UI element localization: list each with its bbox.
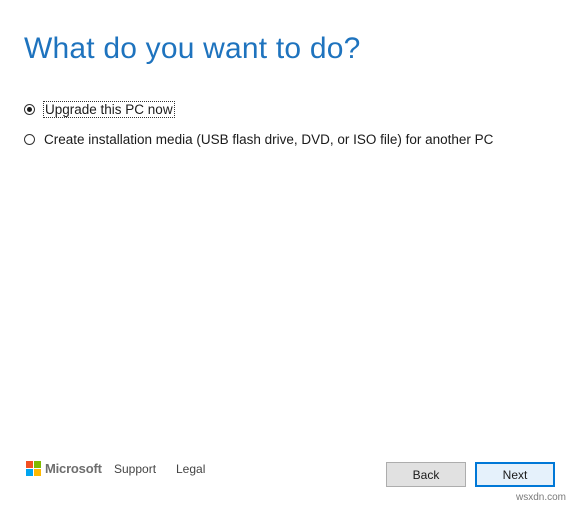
setup-window: What do you want to do? Upgrade this PC … (0, 0, 572, 507)
microsoft-wordmark: Microsoft (45, 460, 102, 476)
option-create-media-label[interactable]: Create installation media (USB flash dri… (44, 132, 493, 147)
next-button[interactable]: Next (475, 462, 555, 487)
radio-button-selected[interactable] (24, 103, 35, 115)
logo-square-yellow (34, 468, 41, 476)
page-title: What do you want to do? (24, 32, 361, 65)
logo-square-green (34, 460, 41, 468)
radio-button-unselected[interactable] (24, 133, 35, 145)
support-link[interactable]: Support (114, 462, 156, 476)
logo-square-blue (26, 468, 33, 476)
back-button[interactable]: Back (386, 462, 466, 487)
legal-link[interactable]: Legal (176, 462, 205, 476)
watermark: wsxdn.com (515, 492, 566, 503)
logo-square-red (26, 460, 33, 468)
option-upgrade-pc[interactable]: Upgrade this PC now (24, 99, 175, 119)
microsoft-logo: Microsoft (26, 460, 102, 476)
option-upgrade-pc-label[interactable]: Upgrade this PC now (43, 100, 175, 118)
option-create-media[interactable]: Create installation media (USB flash dri… (24, 129, 493, 149)
windows-logo-icon (26, 460, 41, 476)
